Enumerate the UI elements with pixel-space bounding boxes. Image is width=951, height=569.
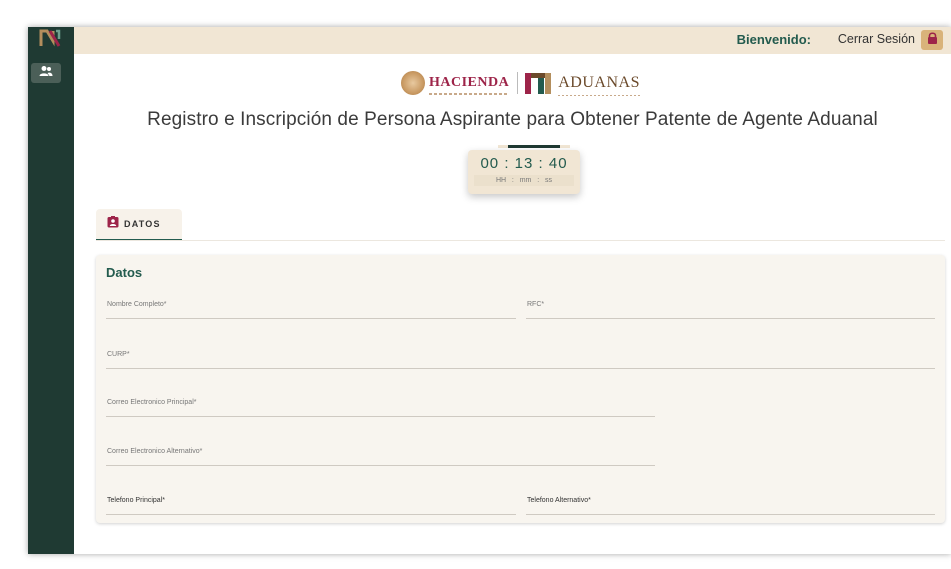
- hacienda-logo: HACIENDA: [429, 75, 510, 95]
- datos-form-card: Datos Nombre Completo* RFC* CURP* Correo…: [96, 255, 945, 523]
- nombre-field[interactable]: Nombre Completo*: [106, 293, 516, 319]
- app-window: Bienvenido: Cerrar Sesión HACIENDA ADUAN…: [28, 27, 951, 554]
- session-timer: 00 : 13 : 40 HH : mm : ss: [468, 150, 580, 194]
- top-bar: Bienvenido: Cerrar Sesión: [74, 27, 951, 54]
- telefono-alternativo-field[interactable]: Telefono Alternativo*: [526, 489, 935, 515]
- telefono-principal-input[interactable]: [106, 489, 516, 514]
- page-title: Registro e Inscripción de Persona Aspira…: [147, 109, 878, 130]
- telefono-alternativo-input[interactable]: [526, 489, 935, 514]
- timer-hours: 00: [480, 155, 500, 172]
- person-badge-icon: [107, 215, 119, 233]
- logout-button[interactable]: [921, 30, 943, 50]
- correo-principal-input[interactable]: [106, 391, 655, 416]
- timer-unit-hours: HH: [495, 177, 507, 184]
- timer-units: HH : mm : ss: [474, 175, 574, 186]
- timer-unit-minutes: mm: [519, 177, 532, 184]
- rfc-input[interactable]: [526, 293, 935, 318]
- header-logos: HACIENDA ADUANAS: [401, 70, 640, 96]
- correo-alternativo-field[interactable]: Correo Electronico Alternativo*: [106, 440, 655, 466]
- hacienda-emblem-icon: [401, 71, 425, 95]
- gobierno-logo-icon[interactable]: [39, 29, 61, 47]
- timer-digits: 00 : 13 : 40: [480, 155, 568, 172]
- logout-link[interactable]: Cerrar Sesión: [838, 32, 915, 46]
- correo-principal-field[interactable]: Correo Electronico Principal*: [106, 391, 655, 417]
- curp-field[interactable]: CURP*: [106, 343, 935, 369]
- correo-alternativo-input[interactable]: [106, 440, 655, 465]
- aduanas-logo: ADUANAS: [558, 74, 640, 96]
- telefono-principal-field[interactable]: Telefono Principal*: [106, 489, 516, 515]
- users-icon: [39, 64, 53, 82]
- timer-seconds: 40: [548, 155, 568, 172]
- timer-minutes: 13: [514, 155, 534, 172]
- sidebar-item-users[interactable]: [31, 63, 61, 83]
- tab-divider: [96, 240, 945, 241]
- tab-datos[interactable]: DATOS: [96, 209, 182, 241]
- timer-accent-bar: [498, 145, 570, 148]
- timer-unit-seconds: ss: [545, 177, 553, 184]
- curp-input[interactable]: [106, 343, 935, 368]
- aduanas-emblem-icon: [524, 71, 552, 95]
- lock-icon: [927, 31, 938, 49]
- welcome-label: Bienvenido:: [736, 32, 811, 47]
- rfc-field[interactable]: RFC*: [526, 293, 935, 319]
- logo-divider: [517, 72, 519, 94]
- sidebar: [28, 27, 74, 554]
- nombre-input[interactable]: [106, 293, 516, 318]
- form-section-title: Datos: [106, 265, 143, 280]
- tab-datos-label: DATOS: [124, 219, 161, 229]
